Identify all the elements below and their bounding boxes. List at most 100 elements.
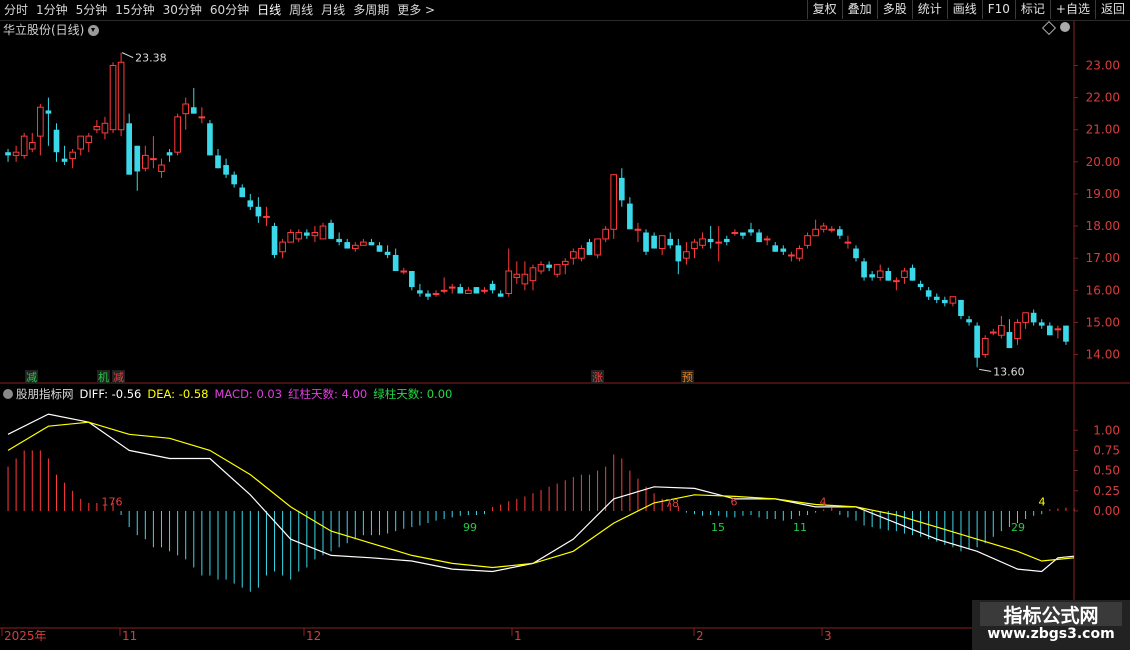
candle-body-up <box>998 325 1005 336</box>
candle-body-down <box>1030 312 1037 323</box>
candle-body-down <box>53 129 60 153</box>
toolbar-button[interactable]: 复权 <box>806 0 842 19</box>
price-tick-label: 16.00 <box>1086 283 1120 297</box>
candle-body-up <box>465 289 472 294</box>
candle-body-down <box>231 174 237 185</box>
candle-body-down <box>255 206 262 217</box>
candle-body-down <box>215 155 221 169</box>
candle-body-down <box>1006 332 1013 349</box>
bar-count-label: 29 <box>1011 521 1025 534</box>
candle-body-down <box>651 235 657 249</box>
candle-body-down <box>869 274 875 278</box>
candle-body-up <box>448 286 456 289</box>
candle-body-up <box>109 64 117 131</box>
candle-body-down <box>457 287 464 294</box>
period-tab[interactable]: 分时 <box>0 0 32 20</box>
date-tick-label: 11 <box>122 629 137 643</box>
candle-body-down <box>45 110 52 114</box>
candle-body-down <box>61 158 68 162</box>
candle-body-up <box>117 61 125 131</box>
candle-body-up <box>610 174 618 230</box>
toolbar-button[interactable]: +自选 <box>1049 0 1095 19</box>
period-tab[interactable]: 日线 <box>253 0 285 20</box>
candle-body-up <box>683 251 690 259</box>
toolbar-button[interactable]: 画线 <box>946 0 982 19</box>
candle-body-up <box>12 151 20 156</box>
candle-body-up <box>174 116 181 153</box>
candle-body-down <box>627 203 633 230</box>
candle-body-down <box>756 232 762 243</box>
candle-body-down <box>417 290 423 294</box>
toolbar-button[interactable]: 叠加 <box>841 0 877 19</box>
candle-body-down <box>837 229 843 236</box>
period-tab[interactable]: 更多 > <box>393 0 439 20</box>
candle-body-up <box>594 238 601 256</box>
candle-body-down <box>958 299 964 316</box>
period-tab[interactable]: 1分钟 <box>32 0 72 20</box>
candle-body-down <box>772 245 779 252</box>
candle-body-down <box>618 177 625 201</box>
macd-tick-label: 0.25 <box>1093 484 1120 498</box>
candle-body-up <box>20 135 28 156</box>
macd-tick-label: 0.50 <box>1093 464 1120 478</box>
high-label: 23.38 <box>135 52 167 65</box>
low-marker <box>979 368 992 372</box>
candle-body-up <box>198 116 206 119</box>
candle-body-up <box>77 135 85 150</box>
candle-body-down <box>740 232 746 236</box>
price-tick-label: 14.00 <box>1086 348 1120 362</box>
stock-chart[interactable]: 23.0022.0021.0020.0019.0018.0017.0016.00… <box>0 21 1130 650</box>
candle-body-up <box>989 331 997 334</box>
candle-body-down <box>344 242 351 249</box>
candle-body-up <box>287 231 295 243</box>
candle-body-up <box>1022 312 1029 323</box>
candle-body-up <box>812 228 819 237</box>
period-tab[interactable]: 月线 <box>317 0 349 20</box>
candle-body-up <box>351 244 359 250</box>
bar-count-label: 11 <box>793 521 807 534</box>
candle-body-down <box>546 264 552 268</box>
candle-body-up <box>93 126 101 131</box>
price-tick-label: 18.00 <box>1086 219 1120 233</box>
candle-body-up <box>1054 328 1062 331</box>
signal-label: 减 <box>113 371 124 384</box>
toolbar-button[interactable]: 多股 <box>876 0 912 19</box>
toolbar-button[interactable]: F10 <box>981 0 1015 19</box>
signal-label: 机 <box>98 370 109 384</box>
date-tick-label: 1 <box>514 629 522 643</box>
toolbar: 分时 1分钟 5分钟 15分钟 30分钟 60分钟 日线 周线 月线 多周期 更多 > 复权 叠加 多股… <box>0 0 1130 21</box>
signal-label: 涨 <box>592 371 603 384</box>
candle-body-up <box>731 231 739 234</box>
candle-body-down <box>392 254 399 272</box>
candle-body-down <box>974 325 980 358</box>
period-tab[interactable]: 60分钟 <box>206 0 253 20</box>
toolbar-button[interactable]: 返回 <box>1094 0 1130 19</box>
candle-body-up <box>69 151 76 160</box>
candle-body-up <box>788 254 795 257</box>
candle-body-down <box>497 293 504 297</box>
candle-body-up <box>440 289 448 292</box>
candle-body-up <box>529 267 537 282</box>
period-tab[interactable]: 5分钟 <box>72 0 112 20</box>
candle-body-down <box>473 287 480 294</box>
period-tab[interactable]: 30分钟 <box>159 0 206 20</box>
candle-body-up <box>513 273 521 278</box>
bar-count-label: 4 <box>820 495 827 508</box>
candle-body-up <box>28 142 36 150</box>
candle-body-down <box>223 165 229 175</box>
candle-body-down <box>5 152 11 156</box>
bar-count-label: 78 <box>665 497 679 510</box>
toolbar-button[interactable]: 标记 <box>1014 0 1050 19</box>
period-tab[interactable]: 多周期 <box>349 0 393 20</box>
period-tab[interactable]: 15分钟 <box>111 0 158 20</box>
date-tick-label: 12 <box>306 629 321 643</box>
candle-body-up <box>1014 321 1021 339</box>
toolbar-button[interactable]: 统计 <box>911 0 947 19</box>
candle-body-down <box>489 283 496 291</box>
candle-body-down <box>966 319 972 323</box>
candle-body-down <box>723 238 730 243</box>
bar-count-label: 176 <box>102 495 123 508</box>
candle-body-up <box>85 135 93 144</box>
period-tab[interactable]: 周线 <box>285 0 317 20</box>
candle-body-up <box>893 280 900 283</box>
